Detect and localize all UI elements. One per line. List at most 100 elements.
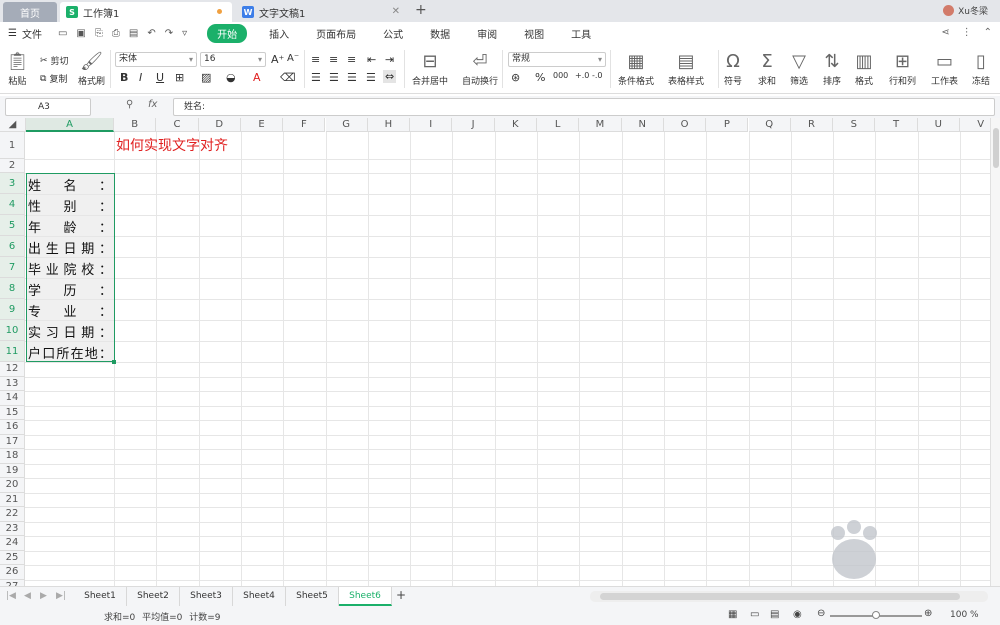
tab-start[interactable]: 开始 [207,23,248,43]
row-header-5[interactable]: 5 [0,215,25,236]
file-menu[interactable]: ☰ 文件 [8,26,42,41]
sort-button[interactable]: ⇅ 排序 [823,50,841,87]
select-all-corner[interactable]: ◢ [0,118,26,132]
decrease-decimal-icon[interactable]: -.0 [592,71,603,80]
prev-sheet-icon[interactable]: ◀ [24,591,31,601]
label-cell-a7[interactable]: 毕业院校： [26,258,114,278]
freeze-button[interactable]: ▯ 冻结 [972,50,990,87]
font-color-icon[interactable]: A [253,71,261,84]
row-header-13[interactable]: 13 [0,376,25,391]
save-icon[interactable]: ▣ [76,28,85,39]
row-header-19[interactable]: 19 [0,463,25,478]
formula-input[interactable]: 姓名: [173,98,995,116]
increase-decimal-icon[interactable]: +.0 [575,71,589,80]
label-cell-a6[interactable]: 出生日期： [26,237,114,257]
column-header-g[interactable]: G [325,118,368,132]
column-header-l[interactable]: L [537,118,580,132]
page-break-view-icon[interactable]: ▤ [770,609,779,620]
column-header-p[interactable]: P [706,118,749,132]
sheet-tab-sheet3[interactable]: Sheet3 [180,587,233,606]
italic-icon[interactable]: I [139,71,142,84]
row-header-26[interactable]: 26 [0,565,25,580]
share-icon[interactable]: ⋖ [941,27,949,38]
collapse-ribbon-icon[interactable]: ⌃ [984,27,992,38]
column-header-a[interactable]: A [26,118,114,132]
align-left-icon[interactable]: ☰ [311,71,321,84]
zoom-out-icon[interactable]: ⊖ [817,608,825,619]
more-icon[interactable]: ⋮ [962,27,972,38]
fx-icon[interactable]: fx [148,99,157,110]
bold-icon[interactable]: B [120,71,128,84]
row-header-18[interactable]: 18 [0,449,25,464]
print-icon[interactable]: ⎙ [112,28,120,39]
redo-icon[interactable]: ↷ [165,28,173,39]
indent-decrease-icon[interactable]: ⇤ [367,53,376,66]
zoom-formula-icon[interactable]: ⚲ [126,99,133,110]
thousands-icon[interactable]: 000 [553,71,568,80]
sum-button[interactable]: Σ 求和 [758,50,776,87]
row-header-21[interactable]: 21 [0,492,25,507]
percent-icon[interactable]: % [535,71,545,84]
distributed-align-icon[interactable]: ⇔ [383,70,397,83]
column-header-h[interactable]: H [367,118,411,132]
column-header-c[interactable]: C [156,118,199,132]
justify-icon[interactable]: ☰ [366,71,376,84]
add-sheet-icon[interactable]: + [396,588,406,602]
tab-workbook[interactable]: S 工作簿1 [60,2,232,22]
column-header-f[interactable]: F [283,118,326,132]
tab-insert[interactable]: 插入 [269,26,289,41]
vertical-scrollbar[interactable] [990,118,1000,586]
wrap-text-button[interactable]: ⏎ 自动换行 [462,50,498,87]
border-icon[interactable]: ⊞ [175,71,184,84]
row-header-16[interactable]: 16 [0,420,25,435]
eye-protection-icon[interactable]: ◉ [793,609,802,620]
label-cell-a3[interactable]: 姓 名 ： [26,174,114,194]
label-cell-a10[interactable]: 实习日期： [26,321,114,341]
align-bottom-icon[interactable]: ≡ [347,53,356,66]
row-header-23[interactable]: 23 [0,521,25,536]
open-folder-icon[interactable]: ▭ [58,28,67,39]
first-sheet-icon[interactable]: |◀ [6,591,16,601]
tab-tools[interactable]: 工具 [571,26,591,41]
clear-format-icon[interactable]: ⌫ [280,71,296,84]
user-account[interactable]: Xu冬梁 [943,4,988,17]
new-tab-plus-icon[interactable]: + [415,2,427,18]
decrease-font-icon[interactable]: A⁻ [287,53,299,64]
label-cell-a5[interactable]: 年 龄 ： [26,216,114,236]
undo-icon[interactable]: ↶ [147,28,155,39]
column-header-n[interactable]: N [621,118,664,132]
print-preview-icon[interactable]: ▤ [129,28,138,39]
row-header-15[interactable]: 15 [0,405,25,420]
font-name-select[interactable]: 宋体 [115,52,197,67]
close-icon[interactable]: ✕ [392,6,400,17]
zoom-level[interactable]: 100 % [950,610,979,620]
row-header-9[interactable]: 9 [0,299,25,320]
filter-button[interactable]: ▽ 筛选 [790,50,808,87]
row-header-14[interactable]: 14 [0,391,25,406]
align-right-icon[interactable]: ☰ [347,71,357,84]
table-style-button[interactable]: ▤ 表格样式 [668,50,704,87]
tab-formulas[interactable]: 公式 [383,26,403,41]
row-header-22[interactable]: 22 [0,507,25,522]
currency-icon[interactable]: ⊛ [511,71,520,84]
row-header-17[interactable]: 17 [0,434,25,449]
vertical-scroll-thumb[interactable] [993,128,999,168]
label-cell-a8[interactable]: 学 历 ： [26,279,114,299]
format-button[interactable]: ▥ 格式 [855,50,873,87]
next-sheet-icon[interactable]: ▶ [40,591,47,601]
row-header-10[interactable]: 10 [0,320,25,341]
fill-handle[interactable] [112,360,116,364]
tab-data[interactable]: 数据 [430,26,450,41]
row-header-4[interactable]: 4 [0,194,25,215]
column-header-e[interactable]: E [240,118,284,132]
paint-bucket-icon[interactable]: ◒ [226,71,236,84]
column-header-b[interactable]: B [114,118,157,132]
row-header-20[interactable]: 20 [0,478,25,493]
row-header-6[interactable]: 6 [0,236,25,257]
copy-button[interactable]: ⧉ 复制 [40,72,67,86]
cut-button[interactable]: ✂ 剪切 [40,54,69,68]
sheet-tab-sheet1[interactable]: Sheet1 [74,587,127,606]
sheet-tab-sheet2[interactable]: Sheet2 [127,587,180,606]
export-icon[interactable]: ⎘ [95,28,103,39]
customize-dropdown-icon[interactable]: ▿ [182,28,187,39]
